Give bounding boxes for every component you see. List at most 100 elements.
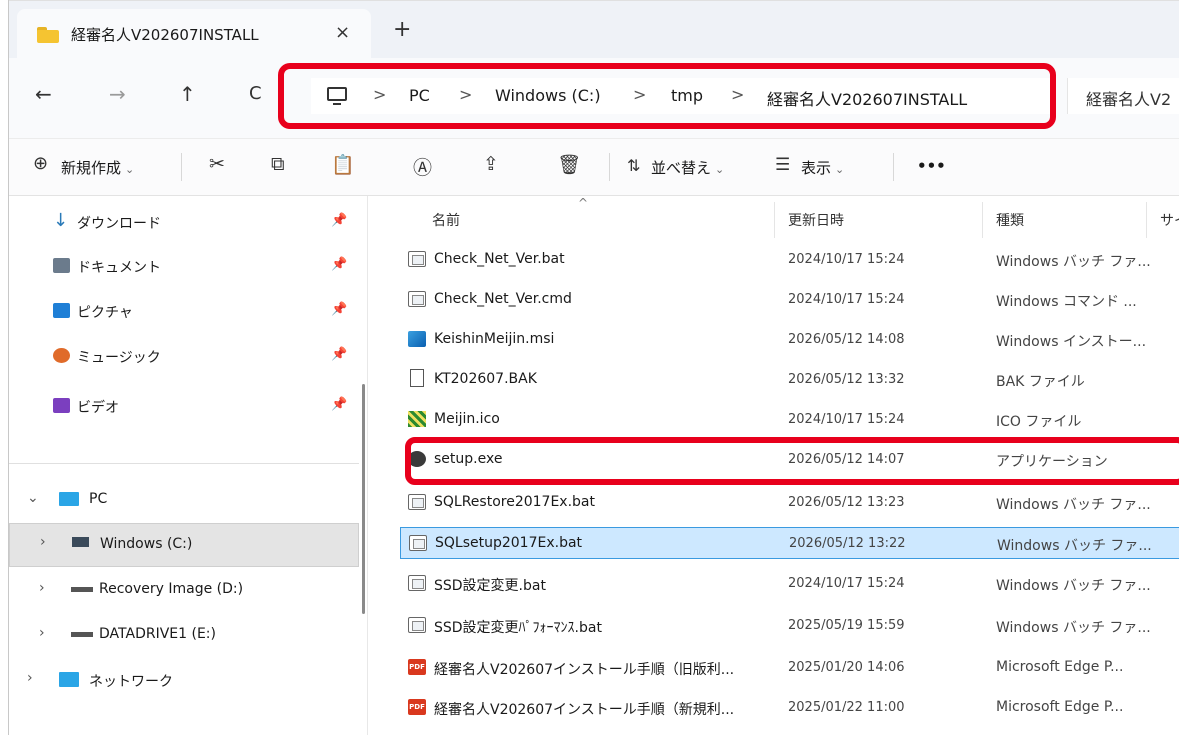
file-type: Windows バッチ ファ... (996, 497, 1151, 513)
file-row[interactable]: SSD設定変更ﾊﾟﾌｫｰﾏﾝｽ.bat 2025/05/19 15:59 Windo… (400, 610, 1179, 642)
file-name: KeishinMeijin.msi (434, 331, 555, 347)
view-list-icon: ☰ (775, 155, 791, 175)
toolbar-divider (609, 153, 610, 181)
file-date: 2024/10/17 15:24 (788, 292, 905, 307)
pc-icon (59, 492, 79, 506)
bat-file-icon (408, 494, 426, 510)
file-row[interactable]: PDF 経審名人V202607インストール手順（新規利... 2025/01/22 … (400, 692, 1179, 724)
sidebar-scrollbar[interactable] (362, 384, 365, 614)
navigation-pane: ↓ ダウンロード 📌 ドキュメント 📌 ピクチャ 📌 ミュージック 📌 ビデオ … (9, 196, 359, 735)
file-row[interactable]: PDF 経審名人V202607インストール手順（旧版利... 2025/01/20 … (400, 652, 1179, 684)
refresh-button[interactable]: C (249, 83, 262, 105)
column-header-name[interactable]: 名前 (432, 210, 460, 230)
network-icon (59, 672, 79, 687)
file-type: Microsoft Edge P... (996, 659, 1124, 675)
msi-file-icon (408, 331, 426, 347)
rename-icon[interactable]: Ⓐ (413, 153, 432, 180)
file-row[interactable]: SQLsetup2017Ex.bat 2026/05/12 13:22 Window… (400, 527, 1179, 559)
search-box[interactable]: 経審名人V2 (1067, 78, 1179, 114)
file-date: 2024/10/17 15:24 (788, 252, 905, 267)
up-button[interactable]: ↑ (179, 83, 196, 105)
share-icon[interactable]: ⇪ (483, 153, 499, 175)
new-button-label: 新規作成 (61, 159, 122, 177)
sidebar-item-label: ドキュメント (77, 260, 161, 276)
file-type: Windows バッチ ファ... (996, 254, 1151, 270)
sidebar-item-videos[interactable]: ビデオ 📌 (9, 386, 359, 426)
chevron-right-icon[interactable]: › (39, 580, 45, 596)
file-type: ICO ファイル (996, 414, 1082, 430)
pin-icon: 📌 (331, 347, 348, 362)
address-bar-highlight (278, 63, 1056, 129)
sidebar-item-label: Recovery Image (D:) (99, 581, 244, 597)
file-type: Windows バッチ ファ... (997, 538, 1152, 554)
file-row[interactable]: Meijin.ico 2024/10/17 15:24 ICO ファイル (400, 404, 1179, 436)
music-icon (53, 348, 70, 363)
setup-exe-highlight (405, 437, 1179, 485)
sidebar-item-windows-c[interactable]: › Windows (C:) (9, 523, 359, 567)
file-name: Meijin.ico (434, 411, 500, 427)
pin-icon: 📌 (331, 213, 348, 228)
column-header-type[interactable]: 種類 (996, 210, 1024, 230)
file-name: Check_Net_Ver.bat (434, 251, 565, 267)
cut-icon[interactable]: ✂ (209, 153, 225, 175)
file-row[interactable]: KeishinMeijin.msi 2026/05/12 14:08 Windows… (400, 324, 1179, 356)
sidebar-item-label: ダウンロード (77, 216, 161, 232)
copy-icon[interactable]: ⧉ (271, 153, 285, 175)
column-divider[interactable] (1146, 202, 1147, 238)
new-button[interactable]: 新規作成 ⌄ (61, 157, 134, 178)
file-name: 経審名人V202607インストール手順（新規利... (434, 702, 735, 718)
sidebar-item-music[interactable]: ミュージック 📌 (9, 336, 359, 376)
bat-file-icon (409, 535, 427, 551)
back-button[interactable]: ← (35, 83, 52, 105)
drive-icon (72, 537, 89, 547)
file-date: 2026/05/12 13:22 (789, 536, 906, 551)
blankdoc-file-icon (410, 369, 424, 387)
sidebar-item-datadrive-e[interactable]: › DATADRIVE1 (E:) (9, 615, 359, 655)
pin-icon: 📌 (331, 397, 348, 412)
search-placeholder: 経審名人V2 (1086, 90, 1172, 109)
forward-button[interactable]: → (109, 83, 126, 105)
new-tab-button[interactable]: + (393, 19, 411, 41)
column-header-date[interactable]: 更新日時 (788, 210, 844, 230)
column-divider[interactable] (774, 202, 775, 238)
file-row[interactable]: Check_Net_Ver.bat 2024/10/17 15:24 Windows… (400, 244, 1179, 276)
chevron-right-icon[interactable]: › (40, 534, 46, 550)
file-type: Windows バッチ ファ... (996, 578, 1151, 594)
close-tab-button[interactable]: × (335, 22, 350, 43)
chevron-down-icon: ⌄ (835, 163, 845, 176)
more-options-button[interactable]: ••• (917, 157, 946, 175)
sort-button-label: 並べ替え (651, 159, 712, 177)
chevron-down-icon[interactable]: ⌄ (27, 490, 39, 506)
file-date: 2024/10/17 15:24 (788, 412, 905, 427)
sidebar-item-label: ネットワーク (89, 674, 173, 690)
chevron-right-icon[interactable]: › (27, 670, 33, 686)
chevron-right-icon[interactable]: › (39, 625, 45, 641)
file-date: 2025/05/19 15:59 (788, 618, 905, 633)
videos-icon (53, 398, 70, 413)
sidebar-item-network[interactable]: › ネットワーク (9, 660, 359, 700)
file-type: Windows バッチ ファ... (996, 620, 1151, 636)
file-row[interactable]: Check_Net_Ver.cmd 2024/10/17 15:24 Windows… (400, 284, 1179, 316)
sidebar-item-label: ビデオ (77, 400, 119, 416)
paste-icon[interactable]: 📋 (331, 153, 355, 176)
sidebar-item-recovery-d[interactable]: › Recovery Image (D:) (9, 570, 359, 610)
file-row[interactable]: SQLRestore2017Ex.bat 2026/05/12 13:23 Wind… (400, 487, 1179, 519)
drive-icon (71, 587, 93, 592)
column-header-size[interactable]: サイ (1160, 210, 1179, 230)
view-button[interactable]: 表示 ⌄ (801, 157, 844, 178)
sidebar-item-pc[interactable]: ⌄ PC (9, 480, 359, 520)
delete-icon[interactable]: 🗑 (557, 153, 581, 176)
file-name: 経審名人V202607インストール手順（旧版利... (434, 662, 735, 678)
file-date: 2026/05/12 14:08 (788, 332, 905, 347)
sidebar-item-downloads[interactable]: ↓ ダウンロード 📌 (9, 202, 359, 242)
file-row[interactable]: SSD設定変更.bat 2024/10/17 15:24 Windows バッチ フ… (400, 568, 1179, 600)
file-name: SSD設定変更.bat (434, 578, 546, 594)
file-name: Check_Net_Ver.cmd (434, 291, 572, 307)
sidebar-item-documents[interactable]: ドキュメント 📌 (9, 246, 359, 286)
column-divider[interactable] (982, 202, 983, 238)
pdf-file-icon: PDF (408, 699, 426, 715)
sidebar-item-pictures[interactable]: ピクチャ 📌 (9, 291, 359, 331)
sort-button[interactable]: 並べ替え ⌄ (651, 157, 724, 178)
tab-current-folder[interactable]: 経審名人V202607INSTALL × (17, 9, 371, 59)
file-row[interactable]: KT202607.BAK 2026/05/12 13:32 BAK ファイル (400, 364, 1179, 396)
